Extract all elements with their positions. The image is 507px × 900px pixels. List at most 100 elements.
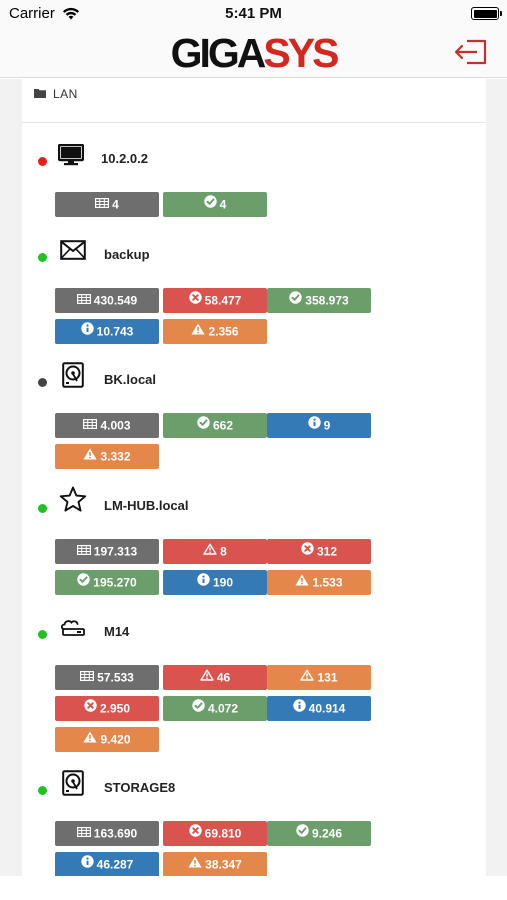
status-dot xyxy=(38,157,47,166)
badge-count: 312 xyxy=(316,544,338,559)
count-badge-info[interactable]: 190 xyxy=(163,570,267,595)
table-icon xyxy=(76,821,91,846)
check-circle-icon xyxy=(289,288,302,313)
badge-count: 46 xyxy=(216,670,231,685)
check-circle-icon xyxy=(197,413,210,438)
count-badge-error[interactable]: 69.810 xyxy=(163,821,267,846)
status-bar: Carrier 5:41 PM xyxy=(0,0,507,28)
count-badge-info[interactable]: 9 xyxy=(267,413,371,438)
count-badge-total[interactable]: 57.533 xyxy=(55,665,159,690)
badge-count: 9.246 xyxy=(311,826,343,841)
alert-triangle-icon xyxy=(200,665,214,690)
count-badge-alert-red[interactable]: 8 xyxy=(163,539,267,564)
status-dot xyxy=(38,253,47,262)
count-badge-ok[interactable]: 9.246 xyxy=(267,821,371,846)
count-badge-total[interactable]: 197.313 xyxy=(55,539,159,564)
count-badge-error[interactable]: 58.477 xyxy=(163,288,267,313)
warning-icon xyxy=(188,852,202,877)
count-badge-info[interactable]: 46.287 xyxy=(55,852,159,877)
count-badge-ok[interactable]: 4 xyxy=(163,192,267,217)
device-name: 10.2.0.2 xyxy=(101,151,148,166)
count-badge-alert-orange[interactable]: 131 xyxy=(267,665,371,690)
group-header[interactable]: LAN xyxy=(22,79,486,123)
error-circle-icon xyxy=(301,539,314,564)
battery-icon xyxy=(471,7,502,20)
count-badge-ok[interactable]: 662 xyxy=(163,413,267,438)
device-list-page: LAN 10.2.0.2 4 4 backup 430.549 58.477 358.973… xyxy=(0,79,507,877)
badge-count: 662 xyxy=(212,418,234,433)
count-badge-alert-red[interactable]: 46 xyxy=(163,665,267,690)
info-circle-icon xyxy=(80,319,94,344)
check-circle-icon xyxy=(77,570,90,595)
count-badge-warning[interactable]: 9.420 xyxy=(55,727,159,752)
check-circle-icon xyxy=(296,821,309,846)
badge-count: 358.973 xyxy=(305,293,349,308)
badge-count: 9 xyxy=(323,418,331,433)
error-circle-icon xyxy=(188,821,202,846)
status-dot xyxy=(38,786,47,795)
table-icon xyxy=(95,192,110,217)
count-badge-info[interactable]: 40.914 xyxy=(267,696,371,721)
badge-count: 1.533 xyxy=(312,575,343,590)
table-icon xyxy=(76,539,91,564)
table-icon xyxy=(80,665,95,690)
warning-icon xyxy=(191,319,206,344)
badge-count: 131 xyxy=(317,670,338,685)
count-badge-warning[interactable]: 38.347 xyxy=(163,852,267,877)
check-circle-icon xyxy=(203,192,217,217)
badge-count: 4.003 xyxy=(100,418,131,433)
count-badge-ok[interactable]: 4.072 xyxy=(163,696,267,721)
badge-count: 4 xyxy=(219,197,227,212)
table-icon xyxy=(76,288,91,313)
count-badge-error[interactable]: 312 xyxy=(267,539,371,564)
count-badge-warning[interactable]: 3.332 xyxy=(55,444,159,469)
star-icon xyxy=(59,486,87,518)
device-name: M14 xyxy=(104,624,130,639)
device-name: backup xyxy=(104,247,150,262)
badge-count: 2.950 xyxy=(99,701,131,716)
gigasys-logo: GIGASYS xyxy=(170,30,340,76)
envelope-icon xyxy=(60,240,86,265)
badge-count: 9.420 xyxy=(100,732,131,747)
check-circle-icon xyxy=(192,696,205,721)
count-badge-total[interactable]: 163.690 xyxy=(55,821,159,846)
badge-count: 190 xyxy=(212,575,234,590)
badge-count: 38.347 xyxy=(205,857,242,872)
info-circle-icon xyxy=(197,570,210,595)
cloud-drive-icon xyxy=(60,619,86,642)
harddisk-icon xyxy=(62,770,84,801)
info-circle-icon xyxy=(80,852,94,877)
warning-icon xyxy=(83,444,98,469)
logout-icon[interactable] xyxy=(451,37,489,67)
count-badge-info[interactable]: 10.743 xyxy=(55,319,159,344)
badge-count: 8 xyxy=(220,544,227,559)
device-name: BK.local xyxy=(104,372,157,387)
count-badge-total[interactable]: 430.549 xyxy=(55,288,159,313)
error-circle-icon xyxy=(84,696,97,721)
count-badge-warning[interactable]: 2.356 xyxy=(163,319,267,344)
count-badge-warning[interactable]: 1.533 xyxy=(267,570,371,595)
count-badge-ok[interactable]: 195.270 xyxy=(55,570,159,595)
count-badge-ok[interactable]: 358.973 xyxy=(267,288,371,313)
device-name: LM-HUB.local xyxy=(104,498,189,513)
warning-icon xyxy=(83,727,98,752)
count-badge-total[interactable]: 4.003 xyxy=(55,413,159,438)
status-dot xyxy=(38,630,47,639)
info-circle-icon xyxy=(292,696,306,721)
group-label: LAN xyxy=(53,87,78,101)
badge-count: 195.270 xyxy=(93,575,137,590)
table-icon xyxy=(83,413,98,438)
app-header: GIGASYS xyxy=(0,28,507,78)
count-badge-error[interactable]: 2.950 xyxy=(55,696,159,721)
badge-count: 69.810 xyxy=(204,826,242,841)
badge-count: 57.533 xyxy=(97,670,134,685)
badge-count: 58.477 xyxy=(204,293,242,308)
badge-count: 40.914 xyxy=(308,701,346,716)
badge-count: 4.072 xyxy=(207,701,239,716)
badge-count: 197.313 xyxy=(93,544,138,559)
alert-triangle-icon xyxy=(300,665,315,690)
badge-count: 430.549 xyxy=(93,293,138,308)
error-circle-icon xyxy=(188,288,202,313)
count-badge-total[interactable]: 4 xyxy=(55,192,159,217)
status-dot xyxy=(38,504,47,513)
